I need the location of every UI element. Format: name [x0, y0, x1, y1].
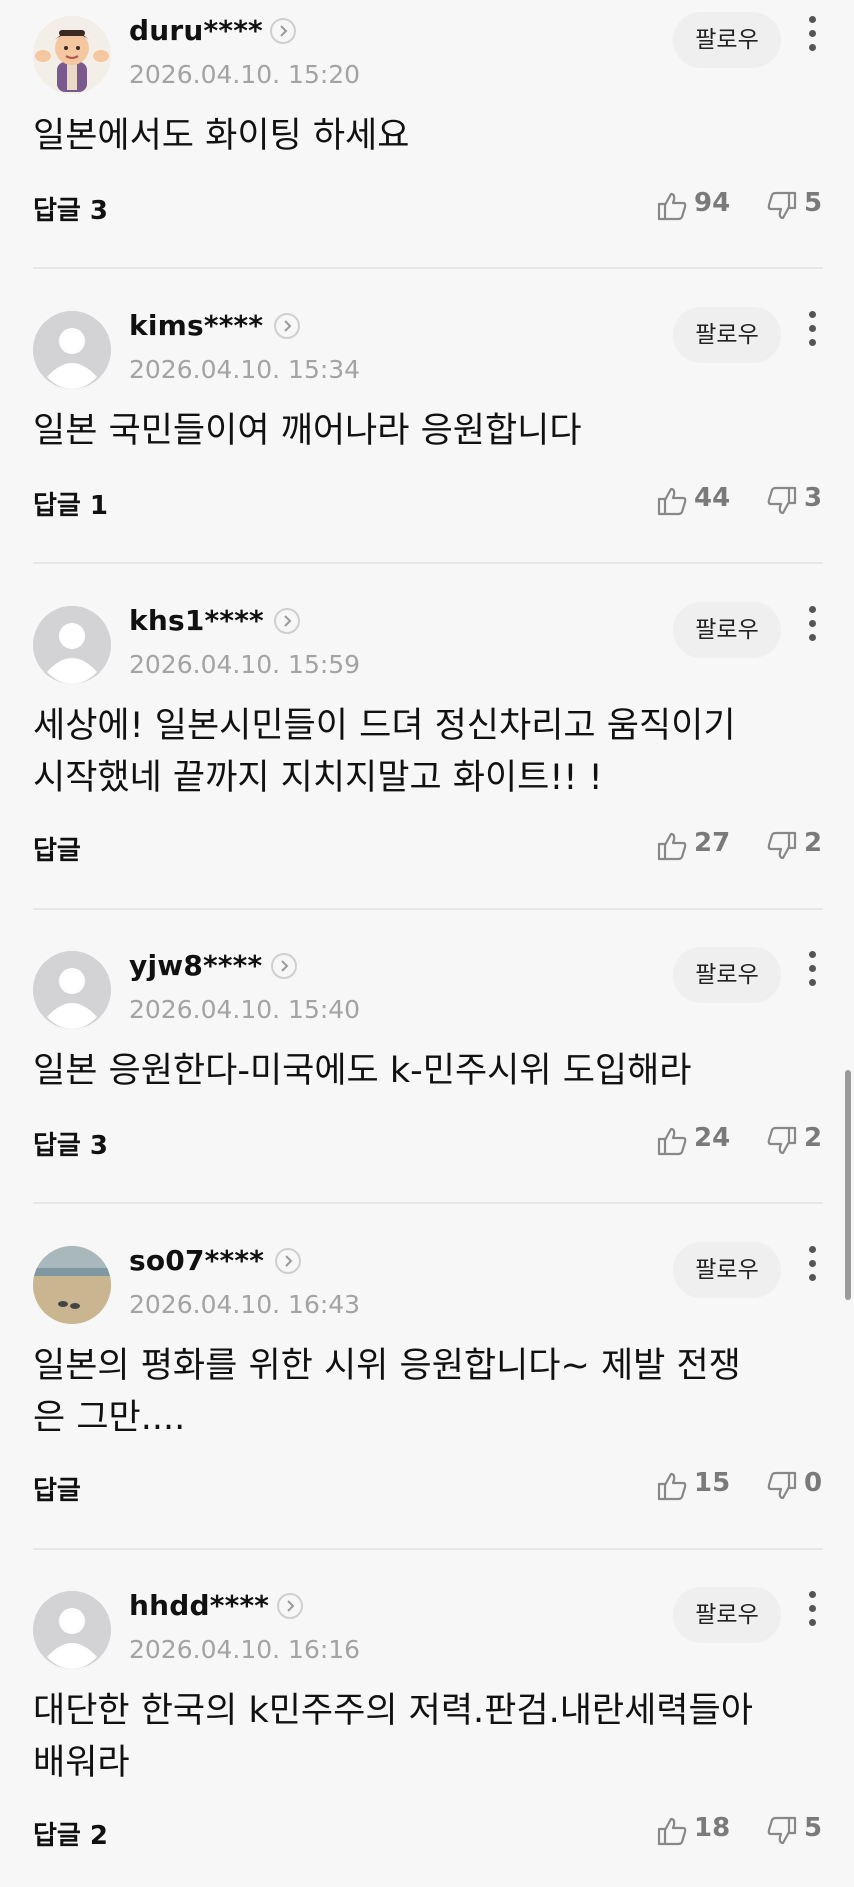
divider: [33, 267, 823, 269]
like-count: 94: [694, 188, 731, 218]
more-options-icon[interactable]: [801, 606, 823, 650]
avatar[interactable]: [33, 16, 111, 94]
dislike-count: 0: [804, 1468, 823, 1498]
more-options-icon[interactable]: [801, 951, 823, 995]
scrollbar[interactable]: [845, 1070, 851, 1300]
timestamp: 2026.04.10. 15:40: [129, 995, 361, 1024]
comment-text: 세상에! 일본시민들이 드뎌 정신차리고 움직이기 시작했네 끝까지 지치지말고…: [33, 706, 736, 798]
avatar[interactable]: [33, 1591, 111, 1669]
default-avatar-icon: [33, 1591, 111, 1669]
timestamp: 2026.04.10. 16:43: [129, 1290, 361, 1319]
more-options-icon[interactable]: [801, 1591, 823, 1635]
username[interactable]: kims****: [129, 309, 263, 342]
thumbs-up-icon: [657, 1127, 687, 1156]
chevron-right-icon[interactable]: [270, 18, 296, 44]
dislike-count: 5: [804, 1813, 823, 1843]
like-count: 15: [694, 1468, 731, 1498]
timestamp: 2026.04.10. 15:59: [129, 650, 361, 679]
comment-text: 일본에서도 화이팅 하세요: [33, 116, 410, 156]
default-avatar-icon: [33, 606, 111, 684]
comment-item: so07**** 2026.04.10. 16:43 팔로우 일본의 평화를 위…: [0, 1230, 854, 1550]
default-avatar-icon: [33, 951, 111, 1029]
divider: [33, 1548, 823, 1550]
follow-button[interactable]: 팔로우: [673, 12, 781, 68]
avatar[interactable]: [33, 951, 111, 1029]
username[interactable]: duru****: [129, 14, 263, 47]
chevron-right-icon[interactable]: [271, 953, 297, 979]
follow-button[interactable]: 팔로우: [673, 947, 781, 1003]
chevron-right-icon[interactable]: [275, 1248, 301, 1274]
comment-item: kims**** 2026.04.10. 15:34 팔로우 일본 국민들이여 …: [0, 295, 854, 564]
follow-button[interactable]: 팔로우: [673, 1242, 781, 1298]
thumbs-up-icon: [657, 832, 687, 861]
default-avatar-icon: [33, 311, 111, 389]
thumbs-up-icon: [657, 1817, 687, 1846]
thumbs-down-icon: [767, 486, 797, 515]
like-count: 18: [694, 1813, 731, 1843]
comment-text: 일본 국민들이여 깨어나라 응원합니다: [33, 411, 582, 451]
thumbs-down-icon: [767, 1816, 797, 1845]
cartoon-avatar-icon: [33, 16, 111, 94]
follow-button[interactable]: 팔로우: [673, 602, 781, 658]
reply-button[interactable]: 답글 3: [33, 190, 108, 227]
comment-item: duru**** 2026.04.10. 15:20 팔로우 일본에서도 화이팅…: [0, 0, 854, 269]
thumbs-up-icon: [657, 1472, 687, 1501]
thumbs-up-icon: [657, 192, 687, 221]
dislike-count: 3: [804, 483, 823, 513]
avatar[interactable]: [33, 606, 111, 684]
comment-text: 일본 응원한다-미국에도 k-민주시위 도입해라: [33, 1051, 692, 1091]
comment-item: hhdd**** 2026.04.10. 16:16 팔로우 대단한 한국의 k…: [0, 1575, 854, 1885]
dislike-count: 2: [804, 1123, 823, 1153]
reply-button[interactable]: 답글: [33, 830, 81, 867]
follow-button[interactable]: 팔로우: [673, 1587, 781, 1643]
thumbs-down-icon: [767, 1471, 797, 1500]
username[interactable]: yjw8****: [129, 949, 262, 982]
divider: [33, 908, 823, 910]
more-options-icon[interactable]: [801, 1246, 823, 1290]
divider: [33, 562, 823, 564]
chevron-right-icon[interactable]: [277, 1593, 303, 1619]
dislike-count: 2: [804, 828, 823, 858]
reply-button[interactable]: 답글 3: [33, 1125, 108, 1162]
divider: [33, 1202, 823, 1204]
username[interactable]: hhdd****: [129, 1589, 269, 1622]
thumbs-up-icon: [657, 487, 687, 516]
comment-item: khs1**** 2026.04.10. 15:59 팔로우 세상에! 일본시민…: [0, 590, 854, 910]
thumbs-down-icon: [767, 1126, 797, 1155]
comment-text: 대단한 한국의 k민주주의 저력.판검.내란세력들아 배워라: [33, 1691, 753, 1783]
avatar[interactable]: [33, 311, 111, 389]
follow-button[interactable]: 팔로우: [673, 307, 781, 363]
chevron-right-icon[interactable]: [274, 608, 300, 634]
timestamp: 2026.04.10. 15:34: [129, 355, 361, 384]
dislike-count: 5: [804, 188, 823, 218]
like-count: 24: [694, 1123, 731, 1153]
reply-button[interactable]: 답글 1: [33, 485, 108, 522]
chevron-right-icon[interactable]: [274, 313, 300, 339]
like-count: 44: [694, 483, 731, 513]
thumbs-down-icon: [767, 831, 797, 860]
reply-button[interactable]: 답글: [33, 1470, 81, 1507]
username[interactable]: khs1****: [129, 604, 264, 637]
more-options-icon[interactable]: [801, 16, 823, 60]
beach-photo-avatar-icon: [33, 1246, 111, 1324]
timestamp: 2026.04.10. 16:16: [129, 1635, 361, 1664]
username[interactable]: so07****: [129, 1244, 264, 1277]
more-options-icon[interactable]: [801, 311, 823, 355]
comment-text: 일본의 평화를 위한 시위 응원합니다~ 제발 전쟁 은 그만....: [33, 1346, 741, 1438]
like-count: 27: [694, 828, 731, 858]
timestamp: 2026.04.10. 15:20: [129, 60, 361, 89]
reply-button[interactable]: 답글 2: [33, 1815, 108, 1852]
thumbs-down-icon: [767, 191, 797, 220]
avatar[interactable]: [33, 1246, 111, 1324]
comment-item: yjw8**** 2026.04.10. 15:40 팔로우 일본 응원한다-미…: [0, 935, 854, 1204]
